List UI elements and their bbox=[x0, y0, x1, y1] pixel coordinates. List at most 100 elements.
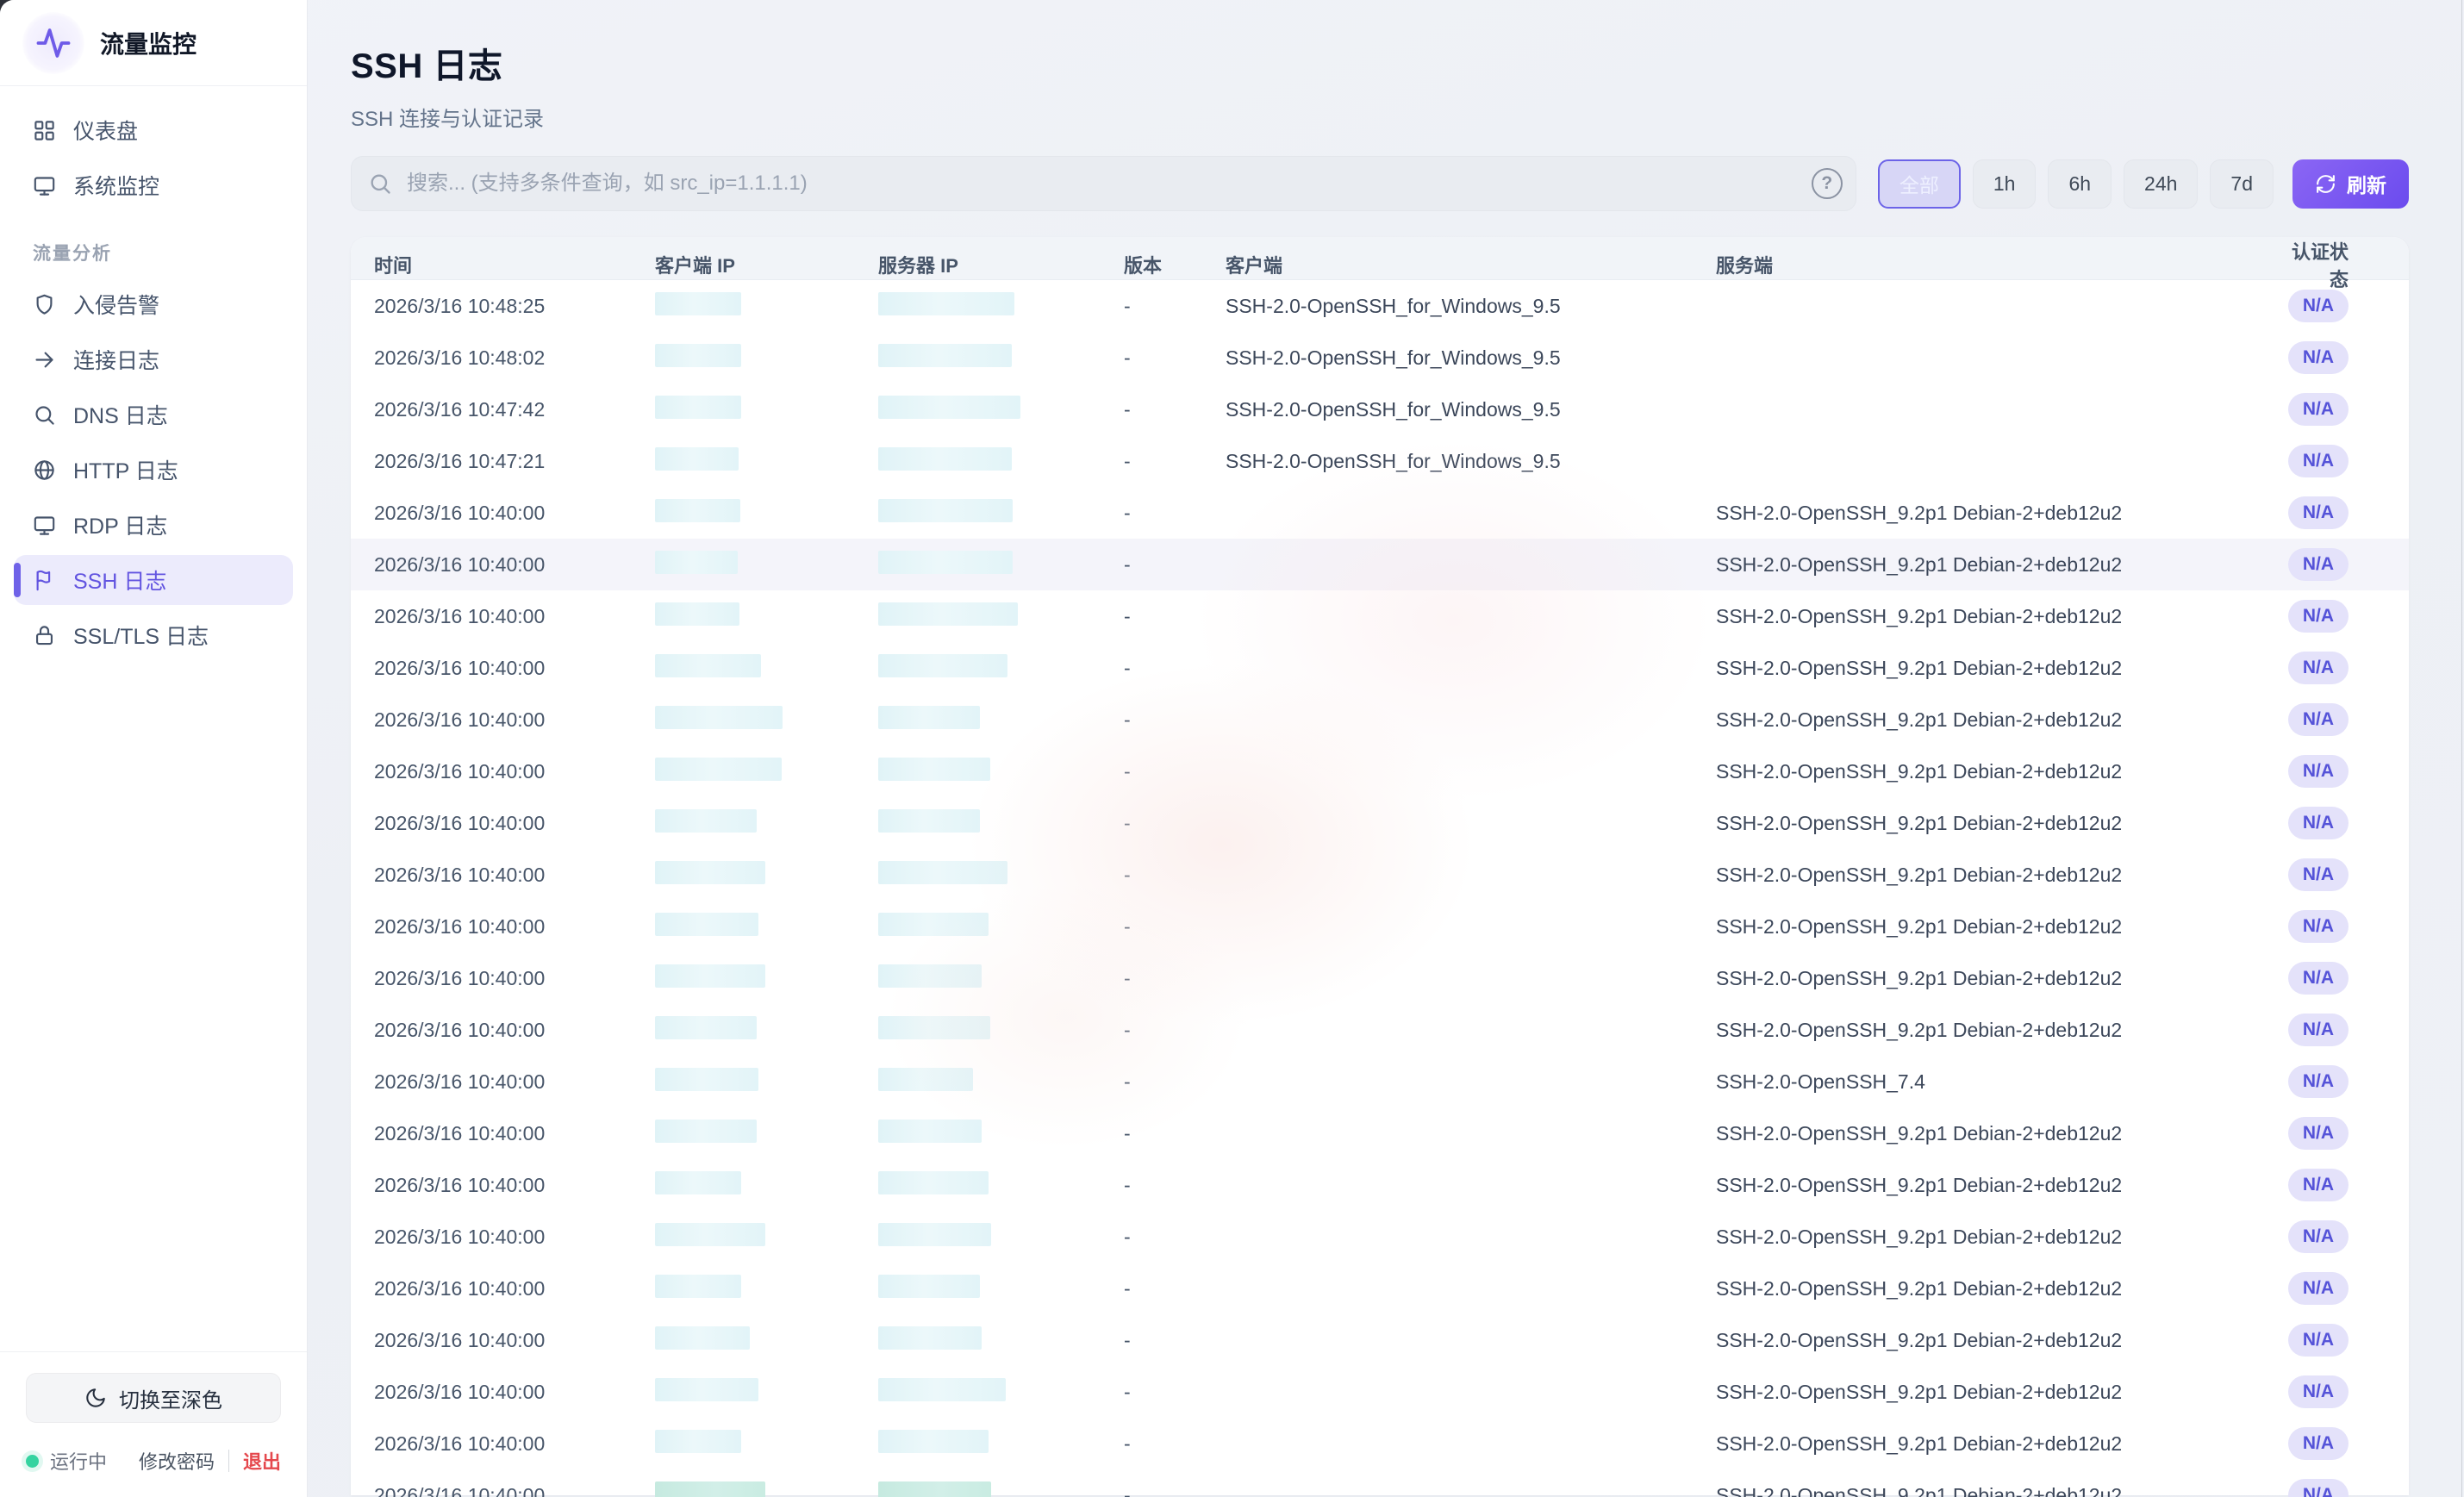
theme-toggle-button[interactable]: 切换至深色 bbox=[26, 1373, 281, 1423]
cell-client-ip bbox=[655, 499, 878, 527]
cell-server: SSH-2.0-OpenSSH_9.2p1 Debian-2+deb12u2 bbox=[1716, 812, 2286, 835]
cell-auth-status: N/A bbox=[2288, 858, 2349, 891]
table-row[interactable]: 2026/3/16 10:40:00 - SSH-2.0-OpenSSH_9.2… bbox=[351, 1418, 2409, 1469]
redacted-server-ip bbox=[878, 1275, 980, 1298]
cell-server-ip bbox=[878, 602, 1124, 631]
table-body: 2026/3/16 10:48:25 - SSH-2.0-OpenSSH_for… bbox=[351, 280, 2409, 1497]
filter-button-7d[interactable]: 7d bbox=[2210, 159, 2274, 209]
table-row[interactable]: 2026/3/16 10:40:00 - SSH-2.0-OpenSSH_9.2… bbox=[351, 1004, 2409, 1056]
col-client: 客户端 bbox=[1226, 251, 1716, 278]
auth-status-badge: N/A bbox=[2288, 341, 2349, 374]
cell-auth-status: N/A bbox=[2288, 1272, 2349, 1305]
help-icon[interactable]: ? bbox=[1812, 168, 1843, 199]
sidebar-item-dns-logs[interactable]: DNS 日志 bbox=[14, 390, 293, 440]
cell-time: 2026/3/16 10:40:00 bbox=[374, 502, 655, 525]
refresh-button[interactable]: 刷新 bbox=[2292, 159, 2409, 209]
auth-status-badge: N/A bbox=[2288, 1220, 2349, 1253]
cell-server: SSH-2.0-OpenSSH_9.2p1 Debian-2+deb12u2 bbox=[1716, 1329, 2286, 1352]
cell-auth-status: N/A bbox=[2288, 1065, 2349, 1098]
sidebar-item-label: RDP 日志 bbox=[73, 509, 167, 540]
sidebar-item-connection-logs[interactable]: 连接日志 bbox=[14, 334, 293, 384]
cell-time: 2026/3/16 10:40:00 bbox=[374, 915, 655, 939]
log-table: 时间 客户端 IP 服务器 IP 版本 客户端 服务端 认证状态 2026/3/… bbox=[351, 237, 2409, 1495]
cell-version: - bbox=[1124, 1070, 1226, 1094]
cell-server: SSH-2.0-OpenSSH_9.2p1 Debian-2+deb12u2 bbox=[1716, 1226, 2286, 1249]
cell-server-ip bbox=[878, 964, 1124, 993]
table-row[interactable]: 2026/3/16 10:40:00 - SSH-2.0-OpenSSH_9.2… bbox=[351, 487, 2409, 539]
table-row[interactable]: 2026/3/16 10:40:00 - SSH-2.0-OpenSSH_9.2… bbox=[351, 1211, 2409, 1263]
cell-server-ip bbox=[878, 1326, 1124, 1355]
cell-server: SSH-2.0-OpenSSH_9.2p1 Debian-2+deb12u2 bbox=[1716, 1019, 2286, 1042]
cell-time: 2026/3/16 10:40:00 bbox=[374, 812, 655, 835]
search-input[interactable] bbox=[351, 156, 1856, 211]
cell-time: 2026/3/16 10:40:00 bbox=[374, 1174, 655, 1197]
cell-time: 2026/3/16 10:40:00 bbox=[374, 1381, 655, 1404]
sidebar-item-label: SSH 日志 bbox=[73, 564, 166, 596]
cell-time: 2026/3/16 10:40:00 bbox=[374, 1329, 655, 1352]
redacted-server-ip bbox=[878, 447, 1012, 471]
cell-server: SSH-2.0-OpenSSH_9.2p1 Debian-2+deb12u2 bbox=[1716, 1174, 2286, 1197]
table-row[interactable]: 2026/3/16 10:40:00 - SSH-2.0-OpenSSH_7.4… bbox=[351, 1056, 2409, 1107]
cell-server-ip bbox=[878, 1068, 1124, 1096]
auth-status-badge: N/A bbox=[2288, 1375, 2349, 1408]
cell-version: - bbox=[1124, 1329, 1226, 1352]
table-row[interactable]: 2026/3/16 10:40:00 - SSH-2.0-OpenSSH_9.2… bbox=[351, 694, 2409, 745]
table-row[interactable]: 2026/3/16 10:40:00 - SSH-2.0-OpenSSH_9.2… bbox=[351, 745, 2409, 797]
cell-server: SSH-2.0-OpenSSH_7.4 bbox=[1716, 1070, 2286, 1094]
cell-auth-status: N/A bbox=[2288, 1220, 2349, 1253]
table-row[interactable]: 2026/3/16 10:47:21 - SSH-2.0-OpenSSH_for… bbox=[351, 435, 2409, 487]
cell-server-ip bbox=[878, 396, 1124, 424]
auth-status-badge: N/A bbox=[2288, 1479, 2349, 1497]
cell-time: 2026/3/16 10:40:00 bbox=[374, 553, 655, 577]
logout-link[interactable]: 退出 bbox=[243, 1447, 281, 1475]
cell-server-ip bbox=[878, 1481, 1124, 1497]
sidebar-item-ssl-tls-logs[interactable]: SSL/TLS 日志 bbox=[14, 610, 293, 660]
table-row[interactable]: 2026/3/16 10:47:42 - SSH-2.0-OpenSSH_for… bbox=[351, 384, 2409, 435]
redacted-client-ip bbox=[655, 861, 765, 884]
table-row[interactable]: 2026/3/16 10:40:00 - SSH-2.0-OpenSSH_9.2… bbox=[351, 642, 2409, 694]
table-row[interactable]: 2026/3/16 10:40:00 - SSH-2.0-OpenSSH_9.2… bbox=[351, 1159, 2409, 1211]
sidebar-item-rdp-logs[interactable]: RDP 日志 bbox=[14, 500, 293, 550]
filter-button-1h[interactable]: 1h bbox=[1973, 159, 2037, 209]
change-password-link[interactable]: 修改密码 bbox=[139, 1447, 215, 1475]
redacted-client-ip bbox=[655, 913, 758, 936]
table-row[interactable]: 2026/3/16 10:40:00 - SSH-2.0-OpenSSH_9.2… bbox=[351, 1469, 2409, 1497]
sidebar-footer: 切换至深色 运行中 修改密码 退出 bbox=[0, 1351, 307, 1497]
table-row[interactable]: 2026/3/16 10:40:00 - SSH-2.0-OpenSSH_9.2… bbox=[351, 539, 2409, 590]
table-row[interactable]: 2026/3/16 10:40:00 - SSH-2.0-OpenSSH_9.2… bbox=[351, 797, 2409, 849]
table-row[interactable]: 2026/3/16 10:48:02 - SSH-2.0-OpenSSH_for… bbox=[351, 332, 2409, 384]
cell-client-ip bbox=[655, 344, 878, 372]
sidebar-item-http-logs[interactable]: HTTP 日志 bbox=[14, 445, 293, 495]
redacted-server-ip bbox=[878, 1378, 1006, 1401]
cell-client-ip bbox=[655, 551, 878, 579]
table-row[interactable]: 2026/3/16 10:40:00 - SSH-2.0-OpenSSH_9.2… bbox=[351, 952, 2409, 1004]
cell-auth-status: N/A bbox=[2288, 652, 2349, 684]
table-row[interactable]: 2026/3/16 10:40:00 - SSH-2.0-OpenSSH_9.2… bbox=[351, 1314, 2409, 1366]
table-row[interactable]: 2026/3/16 10:40:00 - SSH-2.0-OpenSSH_9.2… bbox=[351, 901, 2409, 952]
table-row[interactable]: 2026/3/16 10:40:00 - SSH-2.0-OpenSSH_9.2… bbox=[351, 1366, 2409, 1418]
theme-toggle-label: 切换至深色 bbox=[119, 1383, 222, 1413]
redacted-server-ip bbox=[878, 706, 980, 729]
table-row[interactable]: 2026/3/16 10:40:00 - SSH-2.0-OpenSSH_9.2… bbox=[351, 1263, 2409, 1314]
sidebar-item-dashboard[interactable]: 仪表盘 bbox=[14, 105, 293, 155]
cell-version: - bbox=[1124, 1122, 1226, 1145]
redacted-client-ip bbox=[655, 964, 765, 988]
sidebar-item-intrusion-alerts[interactable]: 入侵告警 bbox=[14, 279, 293, 329]
cell-server: SSH-2.0-OpenSSH_9.2p1 Debian-2+deb12u2 bbox=[1716, 1122, 2286, 1145]
table-row[interactable]: 2026/3/16 10:40:00 - SSH-2.0-OpenSSH_9.2… bbox=[351, 1107, 2409, 1159]
table-row[interactable]: 2026/3/16 10:40:00 - SSH-2.0-OpenSSH_9.2… bbox=[351, 590, 2409, 642]
sidebar-item-system-monitor[interactable]: 系统监控 bbox=[14, 160, 293, 210]
filter-button-all[interactable]: 全部 bbox=[1878, 159, 1961, 209]
cell-time: 2026/3/16 10:40:00 bbox=[374, 605, 655, 628]
sidebar-item-ssh-logs[interactable]: SSH 日志 bbox=[14, 555, 293, 605]
table-row[interactable]: 2026/3/16 10:40:00 - SSH-2.0-OpenSSH_9.2… bbox=[351, 849, 2409, 901]
filter-button-24h[interactable]: 24h bbox=[2124, 159, 2198, 209]
cell-version: - bbox=[1124, 1381, 1226, 1404]
app-logo bbox=[22, 12, 84, 74]
redacted-client-ip bbox=[655, 1275, 741, 1298]
filter-button-6h[interactable]: 6h bbox=[2048, 159, 2112, 209]
table-row[interactable]: 2026/3/16 10:48:25 - SSH-2.0-OpenSSH_for… bbox=[351, 280, 2409, 332]
redacted-client-ip bbox=[655, 1016, 757, 1039]
cell-server-ip bbox=[878, 292, 1124, 321]
cell-version: - bbox=[1124, 657, 1226, 680]
